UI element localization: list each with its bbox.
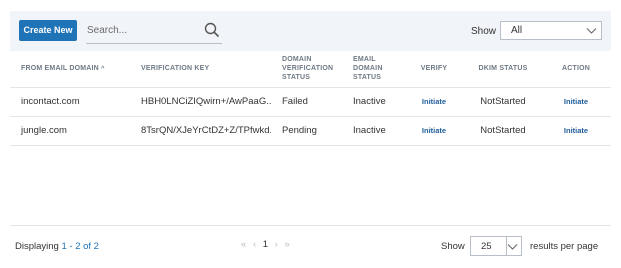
domain-verification-status-cell: Failed xyxy=(271,86,342,116)
email-domain-status-cell: Inactive xyxy=(342,86,403,116)
last-page-button[interactable]: » xyxy=(285,239,290,250)
current-page[interactable]: 1 xyxy=(263,239,268,250)
verify-initiate-link[interactable]: Initiate xyxy=(403,115,465,146)
dkim-status-cell: NotStarted xyxy=(465,115,541,146)
next-page-button[interactable]: › xyxy=(275,239,278,250)
per-page-show-label: Show xyxy=(441,241,465,252)
table-row: jungle.com 8TsrQN/XJeYrCtDZ+Z/TPfwkd... … xyxy=(10,115,611,146)
column-header-verification-key: VERIFICATION KEY xyxy=(141,65,210,73)
sort-ascending-icon: ^ xyxy=(100,65,105,72)
action-initiate-link[interactable]: Initiate xyxy=(541,86,611,116)
domain-verification-status-cell: Pending xyxy=(271,115,342,146)
pagination-footer: Displaying 1 - 2 of 2 « ‹ 1 › » Show 25 … xyxy=(10,225,611,263)
table-row: incontact.com HBH0LNCiZIQwirn+/AwPaaG...… xyxy=(10,86,611,116)
show-filter-value: All xyxy=(511,25,523,36)
column-header-domain-verification-status: DOMAIN VERIFICATION STATUS xyxy=(282,56,334,82)
toolbar: Create New Show All xyxy=(10,11,611,51)
table-header-row: FROM EMAIL DOMAIN ^ VERIFICATION KEY DOMA… xyxy=(10,51,611,87)
email-domain-status-cell: Inactive xyxy=(342,115,403,146)
per-page-select[interactable]: 25 xyxy=(470,236,522,256)
column-header-from-email-domain[interactable]: FROM EMAIL DOMAIN ^ xyxy=(10,51,131,87)
create-new-button[interactable]: Create New xyxy=(19,20,77,41)
domain-cell: jungle.com xyxy=(10,115,131,146)
action-initiate-link[interactable]: Initiate xyxy=(541,115,611,146)
displaying-count: Displaying 1 - 2 of 2 xyxy=(15,241,99,252)
domains-table: FROM EMAIL DOMAIN ^ VERIFICATION KEY DOMA… xyxy=(10,51,611,146)
verification-key-cell: 8TsrQN/XJeYrCtDZ+Z/TPfwkd... xyxy=(131,115,271,146)
search-icon[interactable] xyxy=(204,22,220,38)
column-header-email-domain-status: EMAIL DOMAIN STATUS xyxy=(353,56,383,82)
verification-key-cell: HBH0LNCiZIQwirn+/AwPaaG... xyxy=(131,86,271,116)
search-input[interactable] xyxy=(87,21,197,39)
domain-cell: incontact.com xyxy=(10,86,131,116)
search-box xyxy=(86,19,222,44)
per-page-value: 25 xyxy=(481,241,492,252)
show-filter-select[interactable]: All xyxy=(500,21,602,40)
chevron-down-icon xyxy=(507,244,518,250)
results-per-page-label: results per page xyxy=(530,241,599,252)
column-header-action: ACTION xyxy=(561,65,591,73)
dkim-status-cell: NotStarted xyxy=(465,86,541,116)
chevron-down-icon xyxy=(586,28,597,34)
displaying-range: 1 - 2 of 2 xyxy=(61,241,99,252)
column-header-verify: VERIFY xyxy=(420,65,448,73)
show-filter-label: Show xyxy=(471,26,497,37)
verify-initiate-link[interactable]: Initiate xyxy=(403,86,465,116)
prev-page-button[interactable]: ‹ xyxy=(253,239,256,250)
pager: « ‹ 1 › » xyxy=(241,239,294,250)
column-header-dkim-status: DKIM STATUS xyxy=(478,65,528,73)
first-page-button[interactable]: « xyxy=(241,239,246,250)
